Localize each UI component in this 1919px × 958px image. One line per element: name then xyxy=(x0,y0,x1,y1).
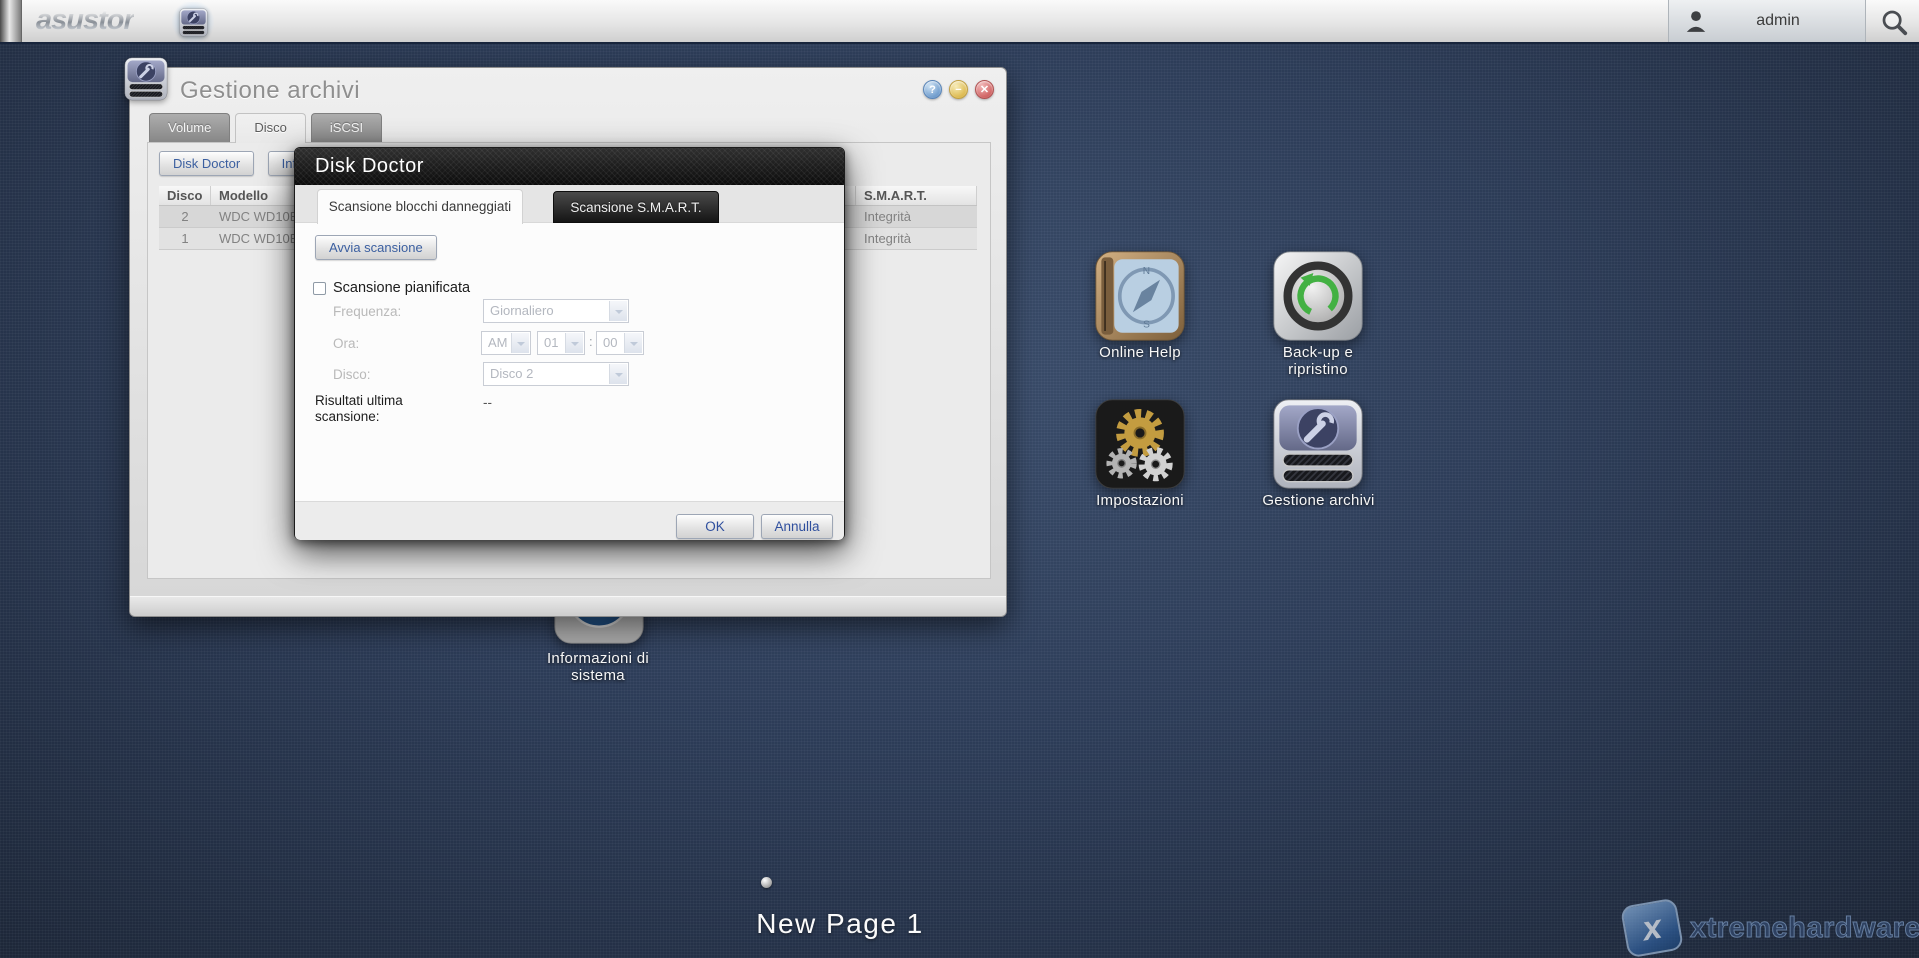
backup-restore-icon xyxy=(1272,250,1364,342)
time-label: Ora: xyxy=(333,336,359,351)
search-button[interactable] xyxy=(1879,7,1909,37)
tab-disco[interactable]: Disco xyxy=(235,113,306,143)
cell-disco: 1 xyxy=(159,228,211,249)
chevron-down-icon[interactable] xyxy=(565,333,583,353)
search-icon xyxy=(1879,7,1909,37)
scheduled-scan-checkbox[interactable] xyxy=(313,282,326,295)
tab-bad-block-scan[interactable]: Scansione blocchi danneggiati xyxy=(317,189,523,224)
disk-value: Disco 2 xyxy=(490,366,533,381)
user-menu-button[interactable]: admin xyxy=(1668,0,1866,42)
minimize-button[interactable]: − xyxy=(949,80,968,99)
window-footer xyxy=(130,596,1006,616)
desktop-icon-label[interactable]: Back-up e ripristino xyxy=(1256,344,1380,379)
desktop-icon-storage-manager[interactable] xyxy=(1272,398,1364,490)
asustor-logo: asustor xyxy=(36,4,134,37)
window-storage-icon xyxy=(124,57,168,101)
settings-gears-icon xyxy=(1094,398,1186,490)
time-minute-select[interactable]: 00 xyxy=(596,331,644,355)
svg-text:S: S xyxy=(1143,319,1150,330)
dialog-content: Avvia scansione Scansione pianificata Fr… xyxy=(295,223,844,501)
watermark-text: xtremehardware.it xyxy=(1690,912,1919,945)
desktop-icon-label[interactable]: Impostazioni xyxy=(1069,492,1211,509)
time-ampm-select[interactable]: AM xyxy=(481,331,531,355)
chevron-down-icon[interactable] xyxy=(624,333,642,353)
disk-label: Disco: xyxy=(333,367,371,382)
frequency-select[interactable]: Giornaliero xyxy=(483,299,629,323)
dialog-tab-bar: Scansione blocchi danneggiati Scansione … xyxy=(295,185,844,223)
svg-text:N: N xyxy=(1143,266,1150,277)
scheduled-scan-row: Scansione pianificata xyxy=(313,280,470,296)
chevron-down-icon[interactable] xyxy=(609,364,627,384)
desktop-icon-label[interactable]: Informazioni di sistema xyxy=(528,650,668,685)
time-ampm-value: AM xyxy=(488,335,508,350)
column-header-smart[interactable]: S.M.A.R.T. xyxy=(856,186,977,205)
sidebar-handle[interactable] xyxy=(0,0,22,42)
chevron-down-icon[interactable] xyxy=(609,301,627,321)
username-label: admin xyxy=(1709,12,1865,30)
tab-iscsi[interactable]: iSCSI xyxy=(311,113,382,142)
column-header-disco[interactable]: Disco xyxy=(159,186,211,205)
taskbar-active-app[interactable] xyxy=(172,2,214,42)
ok-button[interactable]: OK xyxy=(676,514,754,539)
desktop-icon-label[interactable]: Online Help xyxy=(1069,344,1211,361)
desktop-icon-online-help[interactable]: N S xyxy=(1094,250,1186,342)
close-button[interactable]: ✕ xyxy=(975,80,994,99)
cell-disco: 2 xyxy=(159,206,211,227)
last-scan-result-value: -- xyxy=(483,395,492,410)
cell-smart: Integrità xyxy=(856,228,977,249)
time-separator: : xyxy=(589,334,593,349)
window-controls: ? − ✕ xyxy=(923,80,994,99)
cell-smart: Integrità xyxy=(856,206,977,227)
window-title: Gestione archivi xyxy=(180,77,360,105)
dialog-footer: OK Annulla xyxy=(295,501,844,540)
top-bar: asustor admin xyxy=(0,0,1919,44)
frequency-label: Frequenza: xyxy=(333,304,401,319)
time-hour-value: 01 xyxy=(544,335,558,350)
disk-select[interactable]: Disco 2 xyxy=(483,362,629,386)
online-help-icon: N S xyxy=(1094,250,1186,342)
tab-volume[interactable]: Volume xyxy=(149,113,230,142)
start-scan-button[interactable]: Avvia scansione xyxy=(315,235,437,260)
time-hour-select[interactable]: 01 xyxy=(537,331,585,355)
cancel-button[interactable]: Annulla xyxy=(761,514,833,539)
help-button[interactable]: ? xyxy=(923,80,942,99)
disk-doctor-dialog: Disk Doctor Scansione blocchi danneggiat… xyxy=(294,147,845,540)
frequency-value: Giornaliero xyxy=(490,303,554,318)
desktop-page-title: New Page 1 xyxy=(640,908,1040,940)
screen: Informazioni di sistema N S Online Help … xyxy=(0,0,1919,958)
storage-manager-icon xyxy=(1272,398,1364,490)
desktop-icon-settings[interactable] xyxy=(1094,398,1186,490)
desktop-icon-backup[interactable] xyxy=(1272,250,1364,342)
tab-smart-scan[interactable]: Scansione S.M.A.R.T. xyxy=(553,191,719,223)
window-tab-bar: Volume Disco iSCSI xyxy=(149,113,382,143)
page-indicator-dot[interactable] xyxy=(761,877,772,888)
disk-doctor-button[interactable]: Disk Doctor xyxy=(159,151,254,176)
watermark-x-logo-icon: x xyxy=(1620,898,1684,958)
time-minute-value: 00 xyxy=(603,335,617,350)
last-scan-result-label: Risultati ultima scansione: xyxy=(315,393,460,425)
scheduled-scan-label[interactable]: Scansione pianificata xyxy=(333,280,470,296)
dialog-title[interactable]: Disk Doctor xyxy=(295,148,844,185)
chevron-down-icon[interactable] xyxy=(511,333,529,353)
storage-manager-taskbar-icon xyxy=(179,8,208,37)
user-icon xyxy=(1683,8,1709,34)
desktop-icon-label[interactable]: Gestione archivi xyxy=(1246,492,1391,509)
